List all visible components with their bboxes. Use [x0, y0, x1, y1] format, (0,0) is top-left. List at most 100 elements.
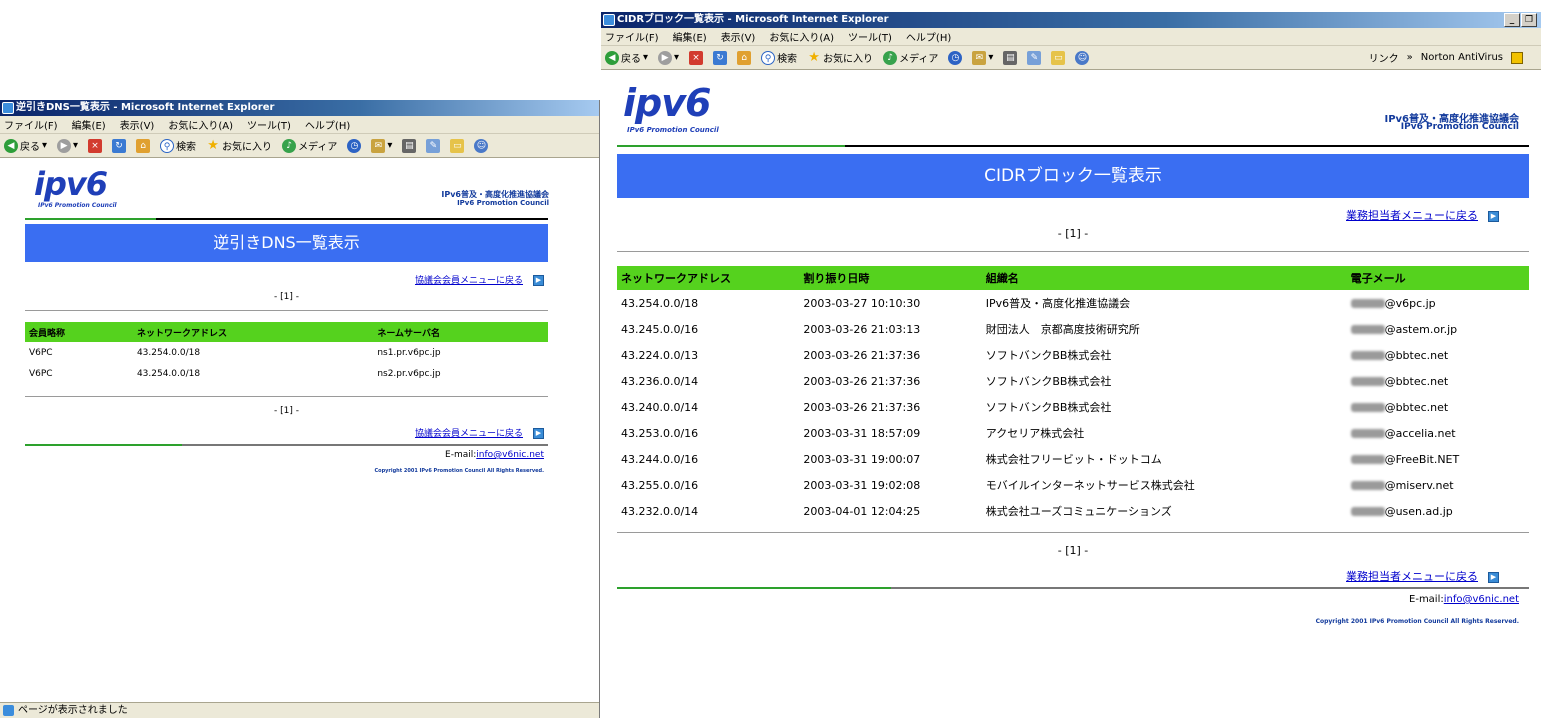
- back-to-member-menu-link[interactable]: 協議会会員メニューに戻る: [415, 276, 523, 286]
- edit-button[interactable]: ✎: [1027, 50, 1042, 65]
- divider: [617, 251, 1529, 252]
- media-button[interactable]: ♪ メディア: [282, 138, 337, 153]
- go-arrow-icon[interactable]: ▶: [1488, 571, 1499, 583]
- back-to-staff-menu-link[interactable]: 業務担当者メニューに戻る: [1346, 209, 1478, 222]
- history-button[interactable]: ◷: [948, 50, 963, 65]
- right-ie-window: CIDRブロック一覧表示 - Microsoft Internet Explor…: [601, 12, 1541, 718]
- favorites-button[interactable]: ★ お気に入り: [807, 50, 873, 65]
- cell-network: 43.254.0.0/18: [136, 347, 201, 358]
- links-label[interactable]: リンク: [1369, 50, 1399, 65]
- folder-button[interactable]: ▭: [1051, 50, 1066, 65]
- go-arrow-icon[interactable]: ▶: [1488, 210, 1499, 222]
- col-member: 会員略称: [25, 322, 133, 342]
- go-arrow-icon[interactable]: ▶: [533, 275, 544, 286]
- back-link-row-top: 協議会会員メニューに戻る ▶: [415, 273, 544, 286]
- edit-button[interactable]: ✎: [426, 138, 441, 153]
- history-button[interactable]: ◷: [347, 138, 362, 153]
- cell-org: ソフトバンクBB株式会社: [985, 401, 1112, 414]
- menu-favorites[interactable]: お気に入り(A): [168, 117, 233, 132]
- email-link[interactable]: info@v6nic.net: [1444, 594, 1519, 605]
- messenger-button[interactable]: ☺: [474, 138, 489, 153]
- refresh-button[interactable]: ↻: [112, 138, 127, 153]
- cell-org: モバイルインターネットサービス株式会社: [985, 479, 1195, 492]
- home-button[interactable]: ⌂: [136, 138, 151, 153]
- print-button[interactable]: ▤: [402, 138, 417, 153]
- norton-antivirus-button[interactable]: Norton AntiVirus: [1421, 52, 1503, 63]
- copyright: Copyright 2001 IPv6 Promotion Council Al…: [1315, 618, 1519, 625]
- right-title-bar[interactable]: CIDRブロック一覧表示 - Microsoft Internet Explor…: [601, 12, 1541, 28]
- folder-button[interactable]: ▭: [450, 138, 465, 153]
- search-button[interactable]: ⚲ 検索: [761, 50, 797, 65]
- mail-button[interactable]: ✉ ▾: [972, 50, 993, 65]
- right-toolbar: ◀ 戻る ▾ ▶ ▾ × ↻ ⌂ ⚲ 検索 ★ お気に入り ♪ メディア ◷ ✉ ▾ ▤ …: [601, 46, 1541, 70]
- back-to-member-menu-link[interactable]: 協議会会員メニューに戻る: [415, 429, 523, 439]
- minimize-button[interactable]: _: [1504, 13, 1520, 27]
- left-title-bar[interactable]: 逆引きDNS一覧表示 - Microsoft Internet Explorer: [0, 100, 599, 116]
- norton-icon[interactable]: [1511, 51, 1523, 64]
- edit-icon: ✎: [426, 138, 441, 153]
- page-title-banner: CIDRブロック一覧表示: [617, 154, 1529, 198]
- home-button[interactable]: ⌂: [737, 50, 752, 65]
- cell-email: @astem.or.jp: [1347, 316, 1529, 342]
- stop-button[interactable]: ×: [689, 50, 704, 65]
- copyright: Copyright 2001 IPv6 Promotion Council Al…: [374, 468, 544, 474]
- refresh-button[interactable]: ↻: [713, 50, 728, 65]
- menu-edit[interactable]: 編集(E): [72, 117, 106, 132]
- favorites-button[interactable]: ★ お気に入り: [206, 138, 272, 153]
- stop-button[interactable]: ×: [88, 138, 103, 153]
- dns-table: 会員略称 ネットワークアドレス ネームサーバ名 V6PC 43.254.0.0/…: [25, 322, 548, 384]
- ie-icon: [603, 14, 615, 26]
- messenger-button[interactable]: ☺: [1075, 50, 1090, 65]
- menu-edit[interactable]: 編集(E): [673, 29, 707, 44]
- right-menu-bar: ファイル(F) 編集(E) 表示(V) お気に入り(A) ツール(T) ヘルプ(…: [601, 28, 1541, 46]
- forward-arrow-icon: ▶: [57, 138, 72, 153]
- cell-nameserver: ns1.pr.v6pc.jp: [377, 347, 441, 358]
- table-row: 43.232.0.0/14 2003-04-01 12:04:25 株式会社ユーズコ…: [617, 498, 1529, 524]
- pager-bottom[interactable]: - [1] -: [617, 544, 1529, 557]
- left-page-content: ipv6 IPv6 Promotion Council IPv6普及・高度化推進…: [0, 158, 599, 618]
- col-date: 割り振り日時: [799, 266, 982, 290]
- menu-tools[interactable]: ツール(T): [247, 117, 291, 132]
- email-link[interactable]: info@v6nic.net: [476, 450, 544, 460]
- logo-subtitle: IPv6 Promotion Council: [38, 202, 117, 209]
- media-button[interactable]: ♪ メディア: [883, 50, 938, 65]
- menu-view[interactable]: 表示(V): [120, 117, 155, 132]
- search-button[interactable]: ⚲ 検索: [160, 138, 196, 153]
- media-icon: ♪: [883, 50, 898, 65]
- menu-favorites[interactable]: お気に入り(A): [769, 29, 834, 44]
- forward-button[interactable]: ▶ ▾: [57, 138, 78, 153]
- menu-view[interactable]: 表示(V): [721, 29, 756, 44]
- pager-top[interactable]: - [1] -: [617, 227, 1529, 240]
- pager-bottom[interactable]: - [1] -: [25, 406, 548, 416]
- search-icon: ⚲: [160, 138, 175, 153]
- links-chevron-icon[interactable]: »: [1407, 52, 1413, 63]
- back-link-row-bottom: 協議会会員メニューに戻る ▶: [415, 426, 544, 439]
- forward-button[interactable]: ▶ ▾: [658, 50, 679, 65]
- menu-help[interactable]: ヘルプ(H): [305, 117, 350, 132]
- mail-button[interactable]: ✉ ▾: [371, 138, 392, 153]
- menu-file[interactable]: ファイル(F): [605, 29, 659, 44]
- back-to-staff-menu-link[interactable]: 業務担当者メニューに戻る: [1346, 570, 1478, 583]
- cell-network: 43.224.0.0/13: [621, 348, 699, 362]
- email-row: E-mail:info@v6nic.net: [1409, 594, 1519, 605]
- cell-org: アクセリア株式会社: [985, 427, 1085, 440]
- go-arrow-icon[interactable]: ▶: [533, 428, 544, 439]
- restore-button[interactable]: ❐: [1521, 13, 1537, 27]
- menu-tools[interactable]: ツール(T): [848, 29, 892, 44]
- refresh-icon: ↻: [713, 50, 728, 65]
- divider: [617, 532, 1529, 533]
- pager-top[interactable]: - [1] -: [25, 292, 548, 302]
- right-page-content: ipv6 IPv6 Promotion Council IPv6普及・高度化推進…: [601, 70, 1541, 710]
- search-icon: ⚲: [761, 50, 776, 65]
- back-button[interactable]: ◀ 戻る ▾: [4, 138, 47, 153]
- menu-help[interactable]: ヘルプ(H): [906, 29, 951, 44]
- header-divider: [617, 145, 1529, 147]
- back-button[interactable]: ◀ 戻る ▾: [605, 50, 648, 65]
- table-row: 43.254.0.0/18 2003-03-27 10:10:30 IPv6普及・高…: [617, 290, 1529, 316]
- cell-network: 43.253.0.0/16: [621, 426, 699, 440]
- table-row: 43.255.0.0/16 2003-03-31 19:02:08 モバイルインター…: [617, 472, 1529, 498]
- cell-date: 2003-03-31 18:57:09: [803, 426, 921, 440]
- redacted-email-user: [1350, 377, 1385, 386]
- menu-file[interactable]: ファイル(F): [4, 117, 58, 132]
- print-button[interactable]: ▤: [1003, 50, 1018, 65]
